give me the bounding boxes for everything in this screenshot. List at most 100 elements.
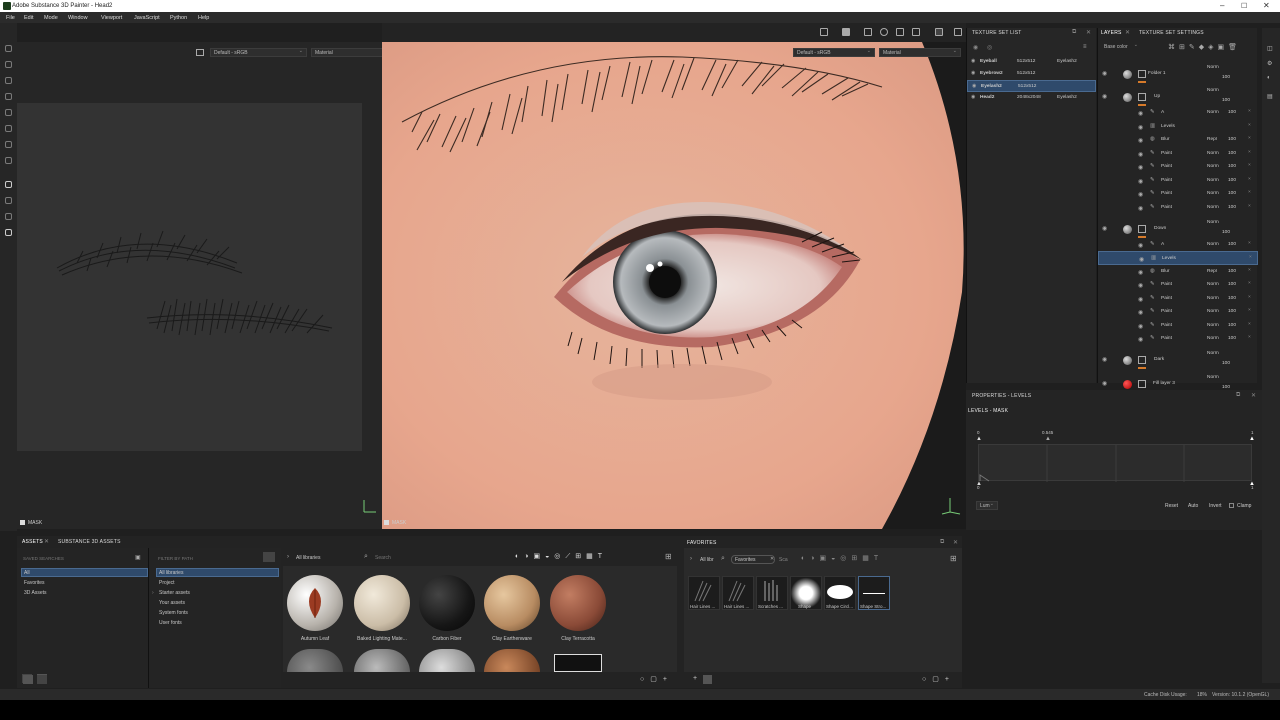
saved-search-all[interactable] bbox=[21, 568, 148, 577]
texset-menu-icon[interactable]: ≡ bbox=[1083, 44, 1087, 50]
layer-remove-icon[interactable]: × bbox=[1248, 123, 1251, 128]
levels-black-handle[interactable]: ▲ bbox=[976, 436, 982, 442]
export-icon[interactable] bbox=[5, 197, 12, 204]
levels-out-black-handle[interactable]: ▲ bbox=[976, 481, 982, 487]
layer-visibility-icon[interactable]: ◉ bbox=[1102, 225, 1107, 232]
favorites-add-icon[interactable]: + bbox=[693, 675, 697, 682]
favorites-breadcrumb[interactable]: All libr bbox=[700, 557, 714, 563]
path-starter-assets[interactable]: Starter assets bbox=[159, 590, 190, 596]
layer-blend-mode[interactable]: Repl bbox=[1207, 137, 1227, 142]
material-thumb-row2-3[interactable] bbox=[419, 649, 475, 672]
layer-row[interactable]: ◉ ▥ Levels × bbox=[1098, 251, 1258, 265]
material-thumb-clay-earthenware[interactable] bbox=[484, 575, 540, 631]
layer-blend-mode[interactable]: Norm bbox=[1207, 164, 1227, 169]
history-dock-icon[interactable]: ▤ bbox=[1267, 93, 1273, 100]
layer-row[interactable]: ◉ ✎ Paint Norm 100 × bbox=[1098, 160, 1258, 174]
layer-blend-mode[interactable]: Norm bbox=[1207, 336, 1227, 341]
layer-opacity[interactable]: 100 bbox=[1228, 242, 1236, 247]
layer-opacity[interactable]: 100 bbox=[1228, 137, 1236, 142]
invert-button[interactable]: Invert bbox=[1209, 503, 1222, 509]
layer-blend-mode[interactable]: Norm bbox=[1207, 282, 1227, 287]
material-thumb-row2-5[interactable] bbox=[554, 654, 602, 672]
texture-set-visibility-icon[interactable]: ◉ bbox=[971, 95, 975, 100]
shelf-icon[interactable] bbox=[5, 213, 12, 220]
close-layers-tab-icon[interactable]: ✕ bbox=[1125, 29, 1130, 36]
layer-opacity[interactable]: 100 bbox=[1228, 282, 1236, 287]
sphere-view-icon[interactable] bbox=[880, 28, 888, 36]
texset-visibility-icon[interactable]: ◉ bbox=[973, 44, 978, 51]
layer-opacity[interactable]: 100 bbox=[1228, 178, 1236, 183]
layer-row[interactable]: ◉ ✎ A Norm 100 × bbox=[1098, 238, 1258, 252]
tab-texture-set-settings[interactable]: TEXTURE SET SETTINGS bbox=[1139, 30, 1204, 39]
clamp-checkbox[interactable] bbox=[1229, 503, 1234, 508]
layer-channel-dropdown[interactable]: Base color bbox=[1101, 42, 1141, 52]
settings-dock-icon[interactable]: ⚙ bbox=[1267, 60, 1272, 67]
menu-javascript[interactable]: JavaScript bbox=[134, 15, 160, 21]
material-thumb-row2-4[interactable] bbox=[484, 649, 540, 672]
layer-blend-mode[interactable]: Norm bbox=[1207, 296, 1227, 301]
layer-blend-mode[interactable]: Norm bbox=[1207, 178, 1227, 183]
layer-row[interactable]: ◉ ✎ Paint Norm 100 × bbox=[1098, 292, 1258, 306]
3d-viewport[interactable] bbox=[382, 42, 966, 529]
texture-set-row[interactable]: ◉ Eyebrow2 512x512 bbox=[967, 68, 1096, 80]
layer-row[interactable]: ◉ ✎ Paint Norm 100 × bbox=[1098, 174, 1258, 188]
layer-remove-icon[interactable]: × bbox=[1248, 295, 1251, 300]
layer-blend-mode[interactable]: Norm bbox=[1207, 151, 1227, 156]
menu-mode[interactable]: Mode bbox=[44, 15, 58, 21]
layer-blend-mode[interactable]: Norm bbox=[1207, 309, 1227, 314]
layer-opacity[interactable]: 100 bbox=[1228, 309, 1236, 314]
symmetry-icon[interactable] bbox=[820, 28, 828, 36]
split-view-icon[interactable] bbox=[864, 28, 872, 36]
layer-visibility-icon[interactable]: ◉ bbox=[1102, 380, 1107, 387]
assets-footer-icons[interactable]: ○▢+ bbox=[640, 675, 673, 683]
layer-remove-icon[interactable]: × bbox=[1248, 241, 1251, 246]
path-your-assets[interactable]: Your assets bbox=[159, 600, 185, 606]
levels-mid-handle[interactable]: ▲ bbox=[1045, 436, 1051, 442]
clipboard-icon[interactable] bbox=[5, 229, 12, 236]
layer-visibility-icon[interactable]: ◉ bbox=[1139, 256, 1144, 263]
paint-brush-icon[interactable] bbox=[5, 45, 12, 52]
path-user-fonts[interactable]: User fonts bbox=[159, 620, 182, 626]
layer-remove-icon[interactable]: × bbox=[1248, 204, 1251, 209]
saved-search-3d-assets[interactable]: 3D Assets bbox=[24, 590, 47, 596]
asset-type-filter-icons[interactable]: ◐◑▣◒◎⟋⊞▦T bbox=[515, 552, 607, 561]
path-system-fonts[interactable]: System fonts bbox=[159, 610, 188, 616]
layer-remove-icon[interactable]: × bbox=[1248, 109, 1251, 114]
eraser-icon[interactable] bbox=[5, 61, 12, 68]
favorites-footer-list-icon[interactable] bbox=[703, 675, 712, 684]
expand-arrow-icon[interactable]: › bbox=[152, 590, 154, 596]
layer-visibility-icon[interactable]: ◉ bbox=[1138, 110, 1143, 117]
layer-visibility-icon[interactable]: ◉ bbox=[1138, 191, 1143, 198]
material-thumb-clay-terracotta[interactable] bbox=[550, 575, 606, 631]
layer-blend-mode[interactable]: Norm bbox=[1207, 65, 1227, 70]
layer-remove-icon[interactable]: × bbox=[1248, 150, 1251, 155]
layer-remove-icon[interactable]: × bbox=[1248, 136, 1251, 141]
layer-remove-icon[interactable]: × bbox=[1248, 163, 1251, 168]
layer-blend-mode[interactable]: Norm bbox=[1207, 242, 1227, 247]
close-icon[interactable]: ✕ bbox=[1263, 1, 1270, 10]
layer-visibility-icon[interactable]: ◉ bbox=[1138, 137, 1143, 144]
panel-close-icon[interactable]: ✕ bbox=[1086, 29, 1091, 36]
camera-icon[interactable] bbox=[896, 28, 904, 36]
menu-edit[interactable]: Edit bbox=[24, 15, 33, 21]
layer-visibility-icon[interactable]: ◉ bbox=[1138, 323, 1143, 330]
layer-blend-mode[interactable]: Norm bbox=[1207, 110, 1227, 115]
texture-set-row[interactable]: ◉ Eyelash2 512x512 bbox=[967, 80, 1096, 92]
layer-visibility-icon[interactable]: ◉ bbox=[1138, 309, 1143, 316]
favorites-filter-close-icon[interactable]: ✕ bbox=[770, 556, 774, 562]
favorites-grid-toggle-icon[interactable]: ⊞ bbox=[950, 554, 957, 563]
layer-row[interactable]: ◉ ◍ Blur Repl 100 × bbox=[1098, 265, 1258, 279]
layer-visibility-icon[interactable]: ◉ bbox=[1102, 70, 1107, 77]
levels-mode-dropdown[interactable]: Lum bbox=[976, 501, 998, 510]
brush-icon[interactable] bbox=[935, 28, 943, 36]
layer-row[interactable]: ◉ ✎ A Norm 100 × bbox=[1098, 106, 1258, 120]
assets-footer-list-icon[interactable] bbox=[23, 675, 33, 684]
assets-footer-grid-icon[interactable] bbox=[37, 675, 47, 684]
menu-file[interactable]: File bbox=[6, 15, 15, 21]
texture-set-row[interactable]: ◉ Eyeball 512x512 Eyelash2 bbox=[967, 56, 1096, 68]
layers-dock-icon[interactable]: ◫ bbox=[1267, 45, 1273, 52]
tab-assets[interactable]: ASSETS bbox=[22, 539, 43, 548]
assets-search-input[interactable] bbox=[375, 553, 495, 562]
layer-visibility-icon[interactable]: ◉ bbox=[1102, 356, 1107, 363]
levels-out-white-handle[interactable]: ▲ bbox=[1249, 481, 1255, 487]
